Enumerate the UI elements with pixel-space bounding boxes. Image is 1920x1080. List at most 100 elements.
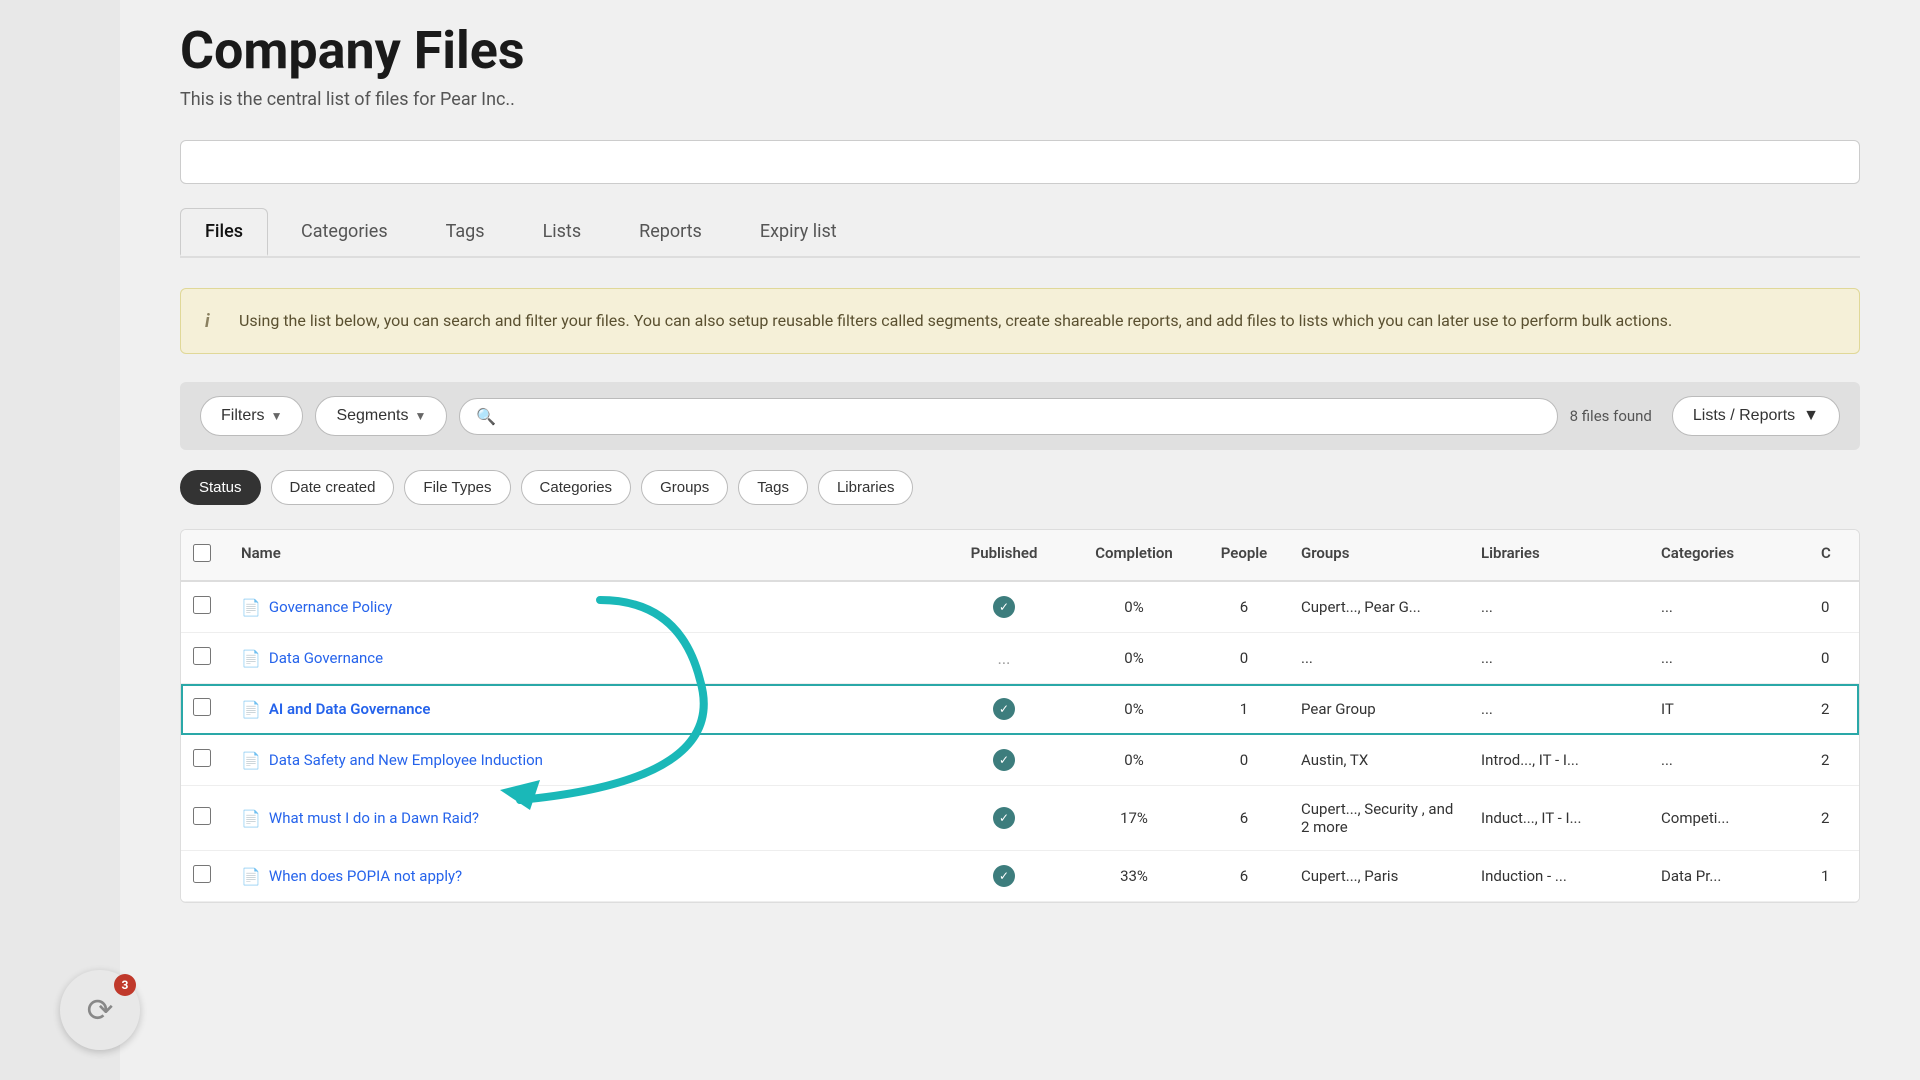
row-categories: IT: [1649, 686, 1809, 732]
filter-tags: Status Date created File Types Categories Gr…: [180, 470, 1860, 505]
row-select-checkbox[interactable]: [193, 749, 211, 767]
file-icon: 📄: [241, 809, 261, 828]
filters-button[interactable]: Filters ▼: [200, 396, 303, 436]
row-select-checkbox[interactable]: [193, 807, 211, 825]
row-people: 6: [1199, 795, 1289, 841]
files-table: Name Published Completion People Groups …: [180, 529, 1860, 903]
row-name: 📄When does POPIA not apply?: [229, 853, 939, 900]
row-categories: ...: [1649, 584, 1809, 630]
row-checkbox: [181, 582, 229, 632]
file-icon: 📄: [241, 751, 261, 770]
file-name-link[interactable]: 📄Data Governance: [241, 649, 927, 668]
search-icon: 🔍: [476, 407, 496, 426]
search-wrapper: 🔍: [459, 398, 1557, 435]
tab-reports[interactable]: Reports: [614, 208, 727, 256]
row-libraries: ...: [1469, 686, 1649, 732]
row-name: 📄Data Governance: [229, 635, 939, 682]
row-groups: ...: [1289, 635, 1469, 681]
filter-tag-status[interactable]: Status: [180, 470, 261, 505]
row-people: 6: [1199, 853, 1289, 899]
row-published: ✓: [939, 851, 1069, 901]
file-name-link[interactable]: 📄Governance Policy: [241, 598, 927, 617]
row-select-checkbox[interactable]: [193, 596, 211, 614]
tabs-container: FilesCategoriesTagsListsReportsExpiry li…: [180, 208, 1860, 258]
table-row: 📄What must I do in a Dawn Raid?✓17%6Cupe…: [181, 786, 1859, 851]
filter-tag-file-types[interactable]: File Types: [404, 470, 510, 505]
files-found-label: 8 files found: [1570, 407, 1652, 425]
row-select-checkbox[interactable]: [193, 647, 211, 665]
widget-icon: ⟳: [87, 991, 114, 1029]
tab-categories[interactable]: Categories: [276, 208, 413, 256]
row-categories: Competi...: [1649, 795, 1809, 841]
file-name-link[interactable]: 📄What must I do in a Dawn Raid?: [241, 809, 927, 828]
row-libraries: Induction - ...: [1469, 853, 1649, 899]
page-subtitle: This is the central list of files for Pe…: [180, 89, 1860, 110]
row-completion: 17%: [1069, 795, 1199, 841]
table-row: 📄AI and Data Governance✓0%1Pear Group...…: [181, 684, 1859, 735]
row-groups: Cupert..., Paris: [1289, 853, 1469, 899]
th-c: C: [1809, 530, 1859, 580]
row-libraries: Induct..., IT - I...: [1469, 795, 1649, 841]
row-completion: 0%: [1069, 686, 1199, 732]
row-c: 2: [1809, 795, 1859, 841]
info-banner: i Using the list below, you can search a…: [180, 288, 1860, 354]
tab-files[interactable]: Files: [180, 208, 268, 256]
tab-tags[interactable]: Tags: [421, 208, 510, 256]
filter-tag-tags[interactable]: Tags: [738, 470, 808, 505]
filters-label: Filters: [221, 407, 265, 425]
file-icon: 📄: [241, 649, 261, 668]
file-icon: 📄: [241, 598, 261, 617]
file-icon: 📄: [241, 700, 261, 719]
info-icon: i: [205, 311, 225, 332]
table-row: 📄Data Safety and New Employee Induction ✓…: [181, 735, 1859, 786]
lists-reports-button[interactable]: Lists / Reports ▼: [1672, 396, 1840, 436]
table-row: 📄Data Governance...0%0.........0: [181, 633, 1859, 684]
file-name-link[interactable]: 📄When does POPIA not apply?: [241, 867, 927, 886]
row-select-checkbox[interactable]: [193, 865, 211, 883]
th-libraries: Libraries: [1469, 530, 1649, 580]
filter-tag-groups[interactable]: Groups: [641, 470, 728, 505]
published-check-icon: ✓: [993, 596, 1015, 618]
row-groups: Austin, TX: [1289, 737, 1469, 783]
tab-expiry-list[interactable]: Expiry list: [735, 208, 862, 256]
row-categories: Data Pr...: [1649, 853, 1809, 899]
th-groups: Groups: [1289, 530, 1469, 580]
row-published: ✓: [939, 735, 1069, 785]
row-checkbox: [181, 684, 229, 734]
row-libraries: Introd..., IT - I...: [1469, 737, 1649, 783]
row-c: 0: [1809, 635, 1859, 681]
file-name-link[interactable]: 📄Data Safety and New Employee Induction: [241, 751, 927, 770]
published-check-icon: ✓: [993, 865, 1015, 887]
widget-badge: 3: [114, 974, 136, 996]
filter-tag-date-created[interactable]: Date created: [271, 470, 395, 505]
row-completion: 0%: [1069, 584, 1199, 630]
row-name: 📄AI and Data Governance: [229, 686, 939, 733]
row-people: 0: [1199, 635, 1289, 681]
filter-tag-libraries[interactable]: Libraries: [818, 470, 914, 505]
search-input[interactable]: [504, 408, 1540, 425]
row-name: 📄Governance Policy: [229, 584, 939, 631]
th-name: Name: [229, 530, 939, 580]
th-completion: Completion: [1069, 530, 1199, 580]
file-icon: 📄: [241, 867, 261, 886]
row-groups: Cupert..., Security , and 2 more: [1289, 786, 1469, 850]
lists-reports-label: Lists / Reports: [1693, 407, 1795, 425]
filter-tag-categories[interactable]: Categories: [521, 470, 632, 505]
tab-lists[interactable]: Lists: [518, 208, 607, 256]
select-all-checkbox[interactable]: [193, 544, 211, 562]
table-body: 📄Governance Policy✓0%6Cupert..., Pear G.…: [181, 582, 1859, 902]
th-checkbox: [181, 530, 229, 580]
segments-button[interactable]: Segments ▼: [315, 396, 447, 436]
row-checkbox: [181, 793, 229, 843]
row-checkbox: [181, 735, 229, 785]
top-search-input[interactable]: [180, 140, 1860, 184]
file-name-link[interactable]: 📄AI and Data Governance: [241, 700, 927, 719]
page-title: Company Files: [180, 20, 1860, 81]
row-people: 6: [1199, 584, 1289, 630]
row-select-checkbox[interactable]: [193, 698, 211, 716]
row-groups: Pear Group: [1289, 686, 1469, 732]
bottom-widget[interactable]: 3 ⟳: [60, 970, 140, 1050]
segments-chevron-icon: ▼: [415, 409, 427, 423]
toolbar: Filters ▼ Segments ▼ 🔍 8 files found Lis…: [180, 382, 1860, 450]
row-people: 1: [1199, 686, 1289, 732]
